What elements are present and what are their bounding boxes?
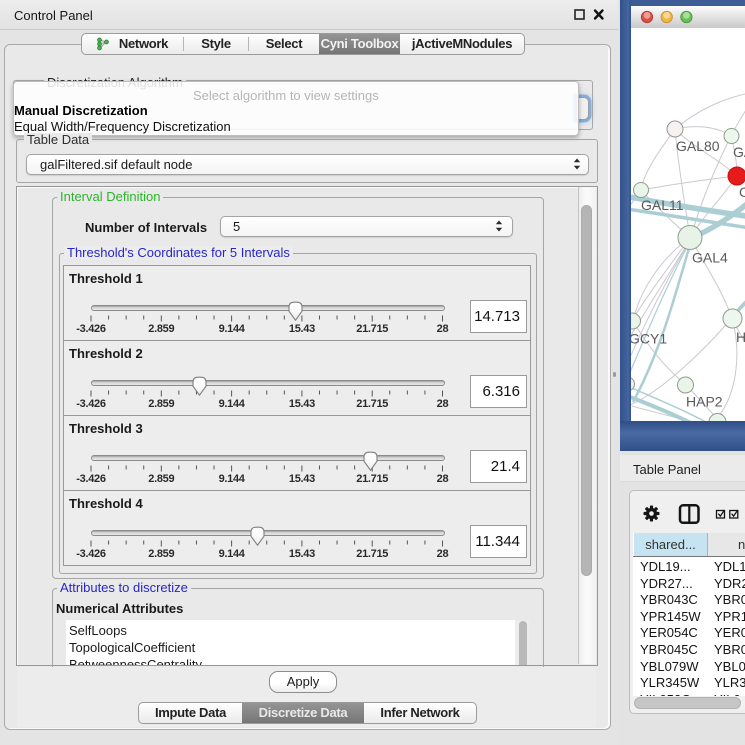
svg-text:GA: GA <box>733 144 745 160</box>
svg-text:GAL80: GAL80 <box>676 138 720 154</box>
svg-text:GAL4: GAL4 <box>692 250 728 266</box>
svg-text:GCY1: GCY1 <box>631 331 667 347</box>
svg-text:HA: HA <box>736 329 745 345</box>
svg-text:CD: CD <box>739 184 745 200</box>
svg-text:HAP2: HAP2 <box>686 394 723 410</box>
svg-text:GAL11: GAL11 <box>641 197 684 213</box>
